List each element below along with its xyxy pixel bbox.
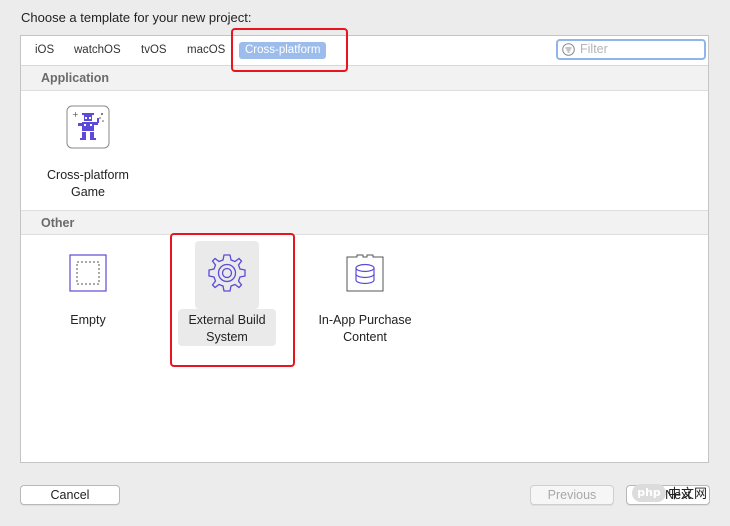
platform-tab-bar: iOS watchOS tvOS macOS Cross-platform Fi…	[21, 36, 708, 66]
tab-macos[interactable]: macOS	[181, 42, 231, 59]
annotation-box-cross-platform-tab	[231, 28, 348, 72]
game-icon: +	[66, 105, 110, 149]
watermark-logo: php	[632, 483, 666, 502]
section-header-application: Application	[21, 66, 708, 91]
filter-field[interactable]: Filter	[556, 39, 706, 60]
empty-icon	[69, 254, 107, 292]
watermark-text: 中文网	[668, 487, 708, 502]
section-header-other: Other	[21, 210, 708, 235]
template-label: In-App Purchase Content	[318, 313, 412, 344]
template-label: Cross-platform Game	[47, 168, 129, 199]
filter-placeholder: Filter	[580, 42, 608, 56]
template-chooser-panel: iOS watchOS tvOS macOS Cross-platform Fi…	[20, 35, 709, 463]
in-app-purchase-icon	[346, 254, 384, 292]
cancel-button[interactable]: Cancel	[20, 485, 120, 505]
annotation-box-external-build	[170, 233, 295, 367]
template-label: Empty	[70, 313, 106, 327]
previous-button[interactable]: Previous	[530, 485, 614, 505]
watermark: php 中文网	[632, 483, 707, 507]
tab-tvos[interactable]: tvOS	[135, 42, 173, 59]
template-prompt: Choose a template for your new project:	[21, 10, 252, 25]
tab-ios[interactable]: iOS	[29, 42, 60, 59]
tab-watchos[interactable]: watchOS	[68, 42, 127, 59]
svg-text:+: +	[72, 110, 79, 119]
filter-icon	[562, 43, 575, 56]
